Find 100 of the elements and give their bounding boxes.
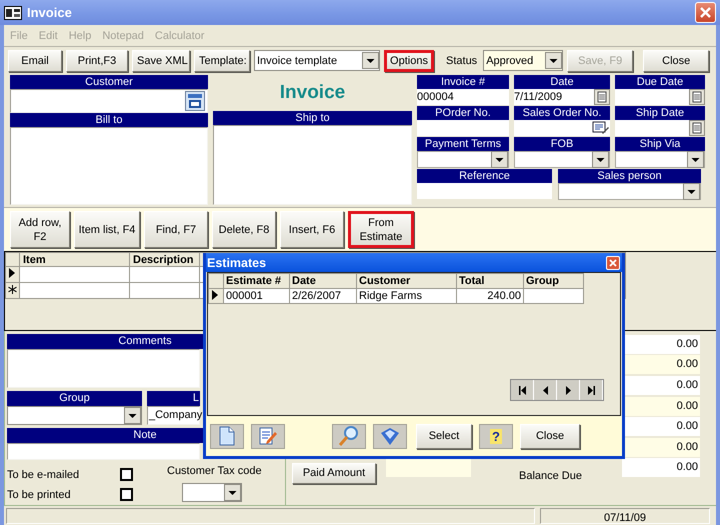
toolbar-button[interactable]: Save XML [132, 50, 190, 72]
column-header[interactable]: Item [20, 252, 130, 266]
close-icon [609, 258, 617, 266]
column-header[interactable]: Group [524, 274, 584, 288]
dropdown[interactable] [514, 151, 610, 168]
search-button[interactable] [332, 424, 366, 448]
column-header[interactable]: Date [290, 274, 356, 288]
help-button[interactable]: ? [479, 424, 513, 448]
action-button[interactable]: Item list, F4 [74, 211, 140, 248]
field-header: POrder No. [417, 106, 509, 120]
dropdown[interactable]: Approved [483, 50, 564, 71]
edit-button[interactable] [251, 424, 285, 448]
tax-code-label: Customer Tax code [167, 464, 262, 477]
asterisk-icon [8, 284, 17, 294]
new-button[interactable] [210, 424, 244, 448]
tax-code-dropdown[interactable] [182, 482, 242, 502]
row-pointer-icon [8, 268, 16, 278]
caret-icon [687, 151, 704, 168]
toolbar-button[interactable]: Print,F3 [66, 50, 128, 72]
calendar-icon[interactable] [594, 89, 610, 105]
form-icon[interactable] [185, 91, 205, 111]
toolbar-button[interactable]: Options [384, 50, 434, 72]
column-header[interactable]: Description [130, 252, 200, 266]
field-header: Date [514, 75, 610, 89]
table-cell: 2/26/2007 [290, 288, 356, 304]
total-value: 0.00 [622, 376, 700, 395]
column-header[interactable]: Customer [356, 274, 456, 288]
field-header: FOB [514, 137, 610, 151]
comments-field[interactable] [7, 348, 200, 388]
field-header: Reference [417, 169, 552, 183]
action-button[interactable]: Insert, F6 [280, 211, 344, 248]
action-button[interactable]: Add row, F2 [10, 211, 70, 248]
field-header: Ship Date [615, 106, 705, 120]
dropdown[interactable] [417, 151, 509, 168]
next-record-button[interactable] [557, 380, 580, 400]
field-header: Invoice # [417, 75, 509, 89]
dropdown[interactable] [615, 151, 705, 168]
row-indicator[interactable] [208, 288, 224, 304]
bill-to-field[interactable] [10, 127, 208, 205]
date-field[interactable] [615, 89, 705, 105]
previous-record-button[interactable] [534, 380, 557, 400]
dropdown[interactable]: Invoice template [254, 50, 380, 71]
caret-icon [683, 183, 700, 200]
field-header: Sales person [558, 169, 701, 183]
date-field[interactable]: 7/11/2009 [514, 89, 610, 105]
select-button[interactable]: Select [416, 424, 472, 448]
caret-icon [545, 52, 562, 69]
calendar-icon[interactable] [689, 120, 705, 136]
field-header: Ship Via [615, 137, 705, 151]
status-label: Status [445, 54, 478, 66]
company-field[interactable]: _Company [147, 406, 200, 426]
column-header[interactable]: Total [456, 274, 524, 288]
list-pen-icon[interactable] [592, 120, 610, 136]
field-header: Due Date [615, 75, 705, 89]
toolbar-button[interactable]: Email [8, 50, 62, 72]
field-header: Payment Terms [417, 137, 509, 151]
first-record-button[interactable] [511, 380, 534, 400]
sales-order-field[interactable] [514, 120, 610, 136]
diamond-icon [379, 426, 401, 446]
toolbar-button[interactable]: Close [643, 50, 710, 72]
close-dialog-button[interactable]: Close [520, 424, 580, 448]
checkbox[interactable] [120, 488, 133, 502]
action-button[interactable]: Find, F7 [144, 211, 208, 248]
table-cell: Ridge Farms [356, 288, 456, 304]
customer-field[interactable] [10, 89, 208, 113]
ship-to-field[interactable] [213, 125, 412, 205]
calendar-icon[interactable] [689, 89, 705, 105]
checkbox[interactable] [120, 468, 133, 482]
note-field[interactable] [7, 443, 200, 460]
app-icon [4, 6, 22, 20]
toolbar-button[interactable]: Template: [194, 50, 250, 72]
caret-icon [491, 151, 508, 168]
window-title: Invoice [27, 5, 72, 20]
paid-amount-button[interactable]: Paid Amount [292, 462, 376, 484]
total-value: 0.00 [622, 396, 700, 416]
table-cell: 000001 [224, 288, 290, 304]
search-icon [338, 425, 360, 447]
filter-button[interactable] [373, 424, 407, 448]
total-value: 0.00 [622, 334, 700, 354]
close-button[interactable] [606, 256, 620, 270]
action-button[interactable]: Delete, F8 [212, 211, 276, 248]
text-field[interactable] [417, 120, 509, 136]
column-header[interactable]: Estimate # [224, 274, 290, 288]
total-value: 0.00 [622, 438, 700, 457]
action-button[interactable]: From Estimate [348, 211, 414, 248]
date-field[interactable] [615, 120, 705, 136]
caret-icon [224, 484, 241, 501]
dropdown[interactable] [558, 183, 701, 200]
group-dropdown[interactable] [7, 406, 142, 426]
text-field[interactable]: 000004 [417, 89, 509, 105]
caret-icon [124, 407, 141, 424]
checkbox-label: To be printed [7, 488, 72, 501]
text-field[interactable] [417, 183, 552, 199]
total-value: 0.00 [622, 417, 700, 436]
close-button[interactable] [695, 2, 716, 23]
field-header: L [147, 391, 200, 406]
edit-document-icon [258, 426, 278, 446]
section-header: Customer [10, 75, 208, 89]
total-value: 0.00 [622, 458, 700, 477]
last-record-button[interactable] [580, 380, 603, 400]
